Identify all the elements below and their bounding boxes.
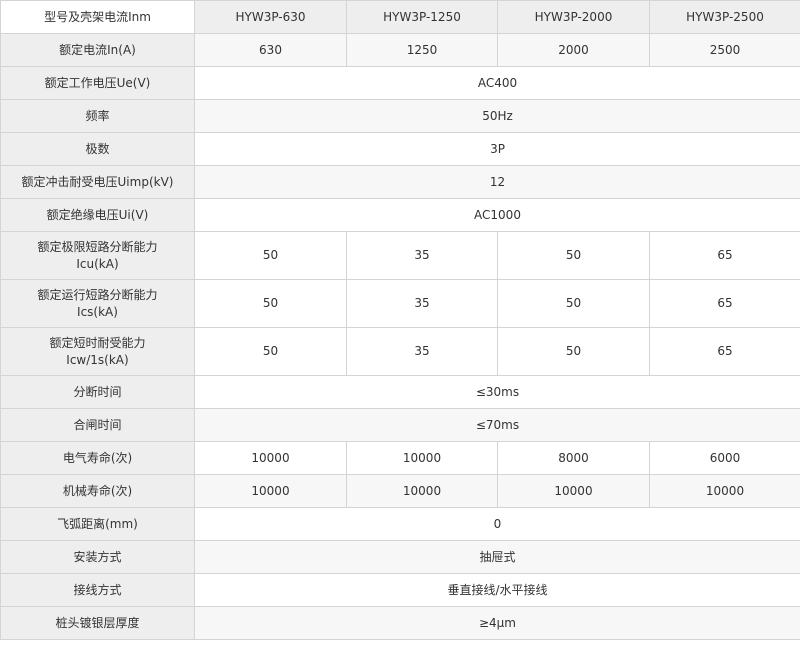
row-value: 10000	[194, 474, 347, 508]
row-value: 35	[346, 279, 498, 328]
row-label: 分断时间	[0, 375, 195, 409]
model-header: HYW3P-630	[194, 0, 347, 34]
row-value: ≤30ms	[194, 375, 800, 409]
row-value: 8000	[497, 441, 650, 475]
row-label-line2: Ics(kA)	[77, 304, 118, 319]
row-value: ≤70ms	[194, 408, 800, 442]
row-value: 2500	[649, 33, 800, 67]
row-label: 额定电流In(A)	[0, 33, 195, 67]
model-header: HYW3P-2000	[497, 0, 650, 34]
row-label: 桩头镀银层厚度	[0, 606, 195, 640]
row-value: 50	[497, 327, 650, 376]
row-value: 50	[194, 279, 347, 328]
row-value: 10000	[497, 474, 650, 508]
row-label: 飞弧距离(mm)	[0, 507, 195, 541]
row-value: AC400	[194, 66, 800, 100]
row-label-line2: Icw/1s(kA)	[66, 352, 129, 367]
table-row: 额定短时耐受能力 Icw/1s(kA) 50 35 50 65	[0, 327, 800, 376]
row-value: 35	[346, 231, 498, 280]
row-value: 2000	[497, 33, 650, 67]
row-value: 65	[649, 279, 800, 328]
row-label: 额定冲击耐受电压Uimp(kV)	[0, 165, 195, 199]
table-row: 合闸时间 ≤70ms	[0, 408, 800, 442]
model-header: HYW3P-1250	[346, 0, 498, 34]
row-value: 12	[194, 165, 800, 199]
row-value: 1250	[346, 33, 498, 67]
row-label: 安装方式	[0, 540, 195, 574]
table-row: 额定冲击耐受电压Uimp(kV) 12	[0, 165, 800, 199]
table-row: 额定工作电压Ue(V) AC400	[0, 66, 800, 100]
spec-table: 型号及壳架电流Inm HYW3P-630 HYW3P-1250 HYW3P-20…	[0, 0, 800, 640]
row-value: 50	[194, 231, 347, 280]
table-row: 额定绝缘电压Ui(V) AC1000	[0, 198, 800, 232]
table-row: 分断时间 ≤30ms	[0, 375, 800, 409]
row-value: 65	[649, 327, 800, 376]
row-value: 10000	[649, 474, 800, 508]
table-row: 机械寿命(次) 10000 10000 10000 10000	[0, 474, 800, 508]
row-value: ≥4μm	[194, 606, 800, 640]
header-label: 型号及壳架电流Inm	[0, 0, 195, 34]
table-row: 额定电流In(A) 630 1250 2000 2500	[0, 33, 800, 67]
row-value: 3P	[194, 132, 800, 166]
table-row: 电气寿命(次) 10000 10000 8000 6000	[0, 441, 800, 475]
row-label-line2: Icu(kA)	[76, 256, 119, 271]
row-value: 35	[346, 327, 498, 376]
row-value: 10000	[346, 441, 498, 475]
model-header: HYW3P-2500	[649, 0, 800, 34]
row-label-line1: 额定短时耐受能力	[49, 335, 146, 350]
row-label: 合闸时间	[0, 408, 195, 442]
row-value: 6000	[649, 441, 800, 475]
row-label: 电气寿命(次)	[0, 441, 195, 475]
row-label: 额定工作电压Ue(V)	[0, 66, 195, 100]
row-value: 50	[497, 231, 650, 280]
row-value: 抽屉式	[194, 540, 800, 574]
table-row: 频率 50Hz	[0, 99, 800, 133]
row-label: 机械寿命(次)	[0, 474, 195, 508]
header-row: 型号及壳架电流Inm HYW3P-630 HYW3P-1250 HYW3P-20…	[0, 0, 800, 34]
row-value: 50Hz	[194, 99, 800, 133]
row-label-line1: 额定运行短路分断能力	[37, 287, 158, 302]
row-value: 630	[194, 33, 347, 67]
row-label: 额定短时耐受能力 Icw/1s(kA)	[0, 327, 195, 376]
row-value: 50	[194, 327, 347, 376]
table-row: 额定极限短路分断能力 Icu(kA) 50 35 50 65	[0, 231, 800, 280]
row-label: 额定极限短路分断能力 Icu(kA)	[0, 231, 195, 280]
row-value: 65	[649, 231, 800, 280]
row-value: 10000	[346, 474, 498, 508]
row-label: 频率	[0, 99, 195, 133]
row-value: 10000	[194, 441, 347, 475]
table-row: 安装方式 抽屉式	[0, 540, 800, 574]
row-label: 额定绝缘电压Ui(V)	[0, 198, 195, 232]
table-row: 桩头镀银层厚度 ≥4μm	[0, 606, 800, 640]
row-label-line1: 额定极限短路分断能力	[37, 239, 158, 254]
row-value: 0	[194, 507, 800, 541]
table-row: 接线方式 垂直接线/水平接线	[0, 573, 800, 607]
table-row: 极数 3P	[0, 132, 800, 166]
table-row: 飞弧距离(mm) 0	[0, 507, 800, 541]
row-label: 极数	[0, 132, 195, 166]
row-value: 垂直接线/水平接线	[194, 573, 800, 607]
row-label: 接线方式	[0, 573, 195, 607]
row-label: 额定运行短路分断能力 Ics(kA)	[0, 279, 195, 328]
table-row: 额定运行短路分断能力 Ics(kA) 50 35 50 65	[0, 279, 800, 328]
row-value: AC1000	[194, 198, 800, 232]
row-value: 50	[497, 279, 650, 328]
